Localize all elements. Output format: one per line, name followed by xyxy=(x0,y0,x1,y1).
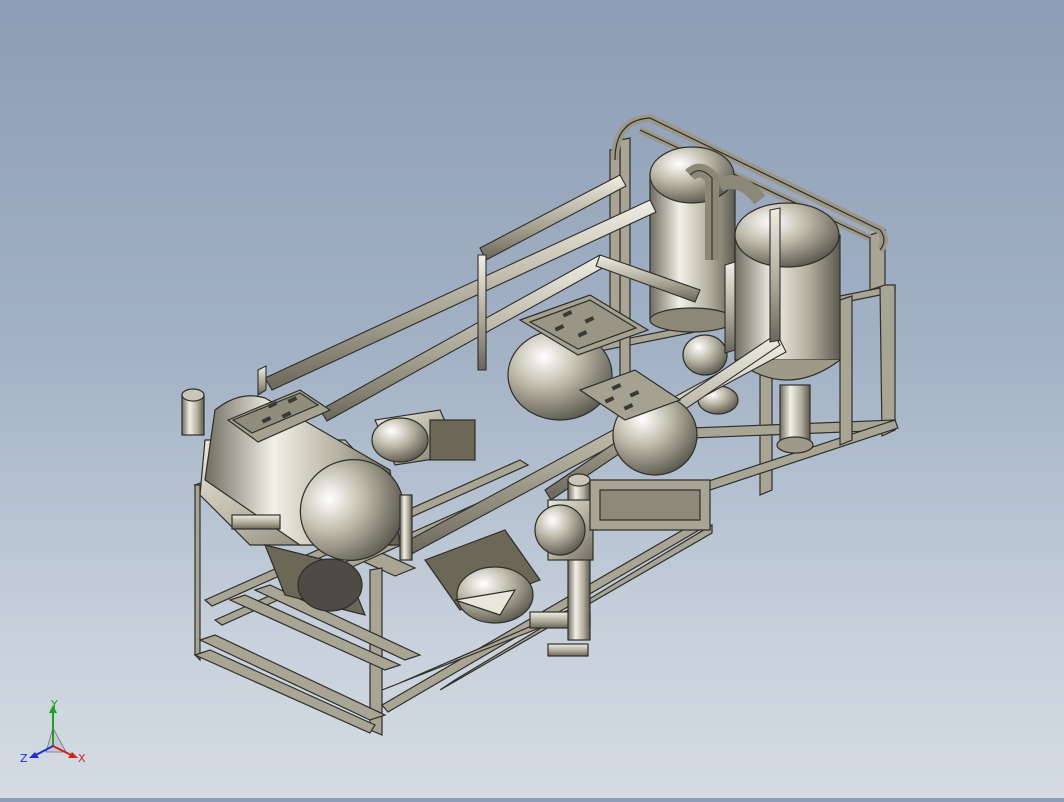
horizontal-tank[interactable] xyxy=(181,388,420,577)
control-skid[interactable] xyxy=(589,479,711,531)
z-axis-label: Z xyxy=(20,752,28,765)
vertical-tank-2[interactable] xyxy=(734,202,841,454)
x-axis-label: X xyxy=(78,752,86,765)
coordinate-triad: Y X Z xyxy=(20,700,86,765)
assembly-model[interactable] xyxy=(0,0,1064,798)
3d-graphics-viewport[interactable]: Y X Z xyxy=(0,0,1064,798)
pump-motor-center[interactable] xyxy=(371,409,476,466)
y-axis-label: Y xyxy=(50,700,58,711)
